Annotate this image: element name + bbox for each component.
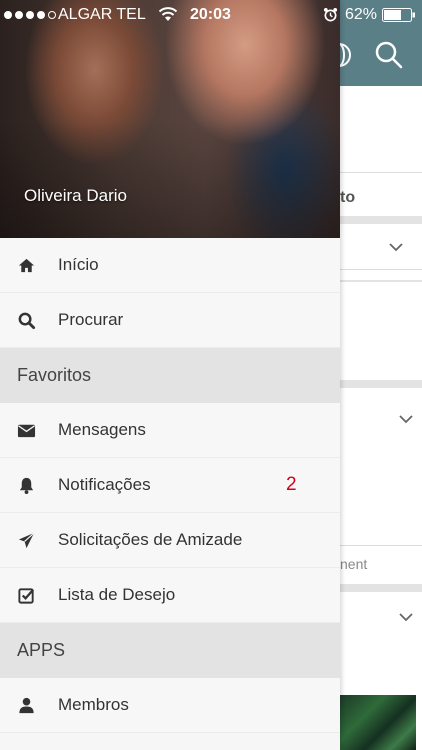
wifi-icon: [158, 7, 178, 21]
menu-item-label: Início: [58, 255, 99, 274]
alarm-clock-icon: [323, 7, 338, 22]
battery-icon: [382, 8, 415, 22]
menu-item-label: Mensagens: [58, 420, 146, 439]
menu-item-label: Notificações: [58, 475, 151, 494]
search-icon: [18, 312, 36, 329]
section-header-favorites: Favoritos: [0, 348, 340, 403]
bell-icon: [19, 477, 34, 494]
clock: 20:03: [190, 6, 231, 23]
separator: [340, 380, 422, 388]
menu-item-messages[interactable]: Mensagens: [0, 403, 340, 458]
search-icon[interactable]: [372, 38, 406, 72]
menu-item-notifications[interactable]: Notificações 2: [0, 458, 340, 513]
status-bar: ALGAR TEL 20:03 62%: [0, 0, 422, 30]
menu-item-label: Solicitações de Amizade: [58, 530, 243, 549]
divider: [340, 545, 422, 546]
profile-header[interactable]: Oliveira Dario: [0, 0, 340, 238]
menu-item-friend-requests[interactable]: Solicitações de Amizade: [0, 513, 340, 568]
menu-item-search[interactable]: Procurar: [0, 293, 340, 348]
profile-name[interactable]: Oliveira Dario: [24, 186, 127, 206]
menu-item-wishlist[interactable]: Lista de Desejo: [0, 568, 340, 623]
separator: [340, 216, 422, 224]
navigation-drawer: Oliveira Dario Início Procurar Favoritos…: [0, 0, 340, 750]
partial-action-label[interactable]: nent: [340, 556, 367, 572]
chevron-down-icon[interactable]: [398, 414, 414, 424]
separator: [340, 584, 422, 592]
carrier-name: ALGAR TEL: [58, 6, 146, 23]
drawer-menu: Início Procurar Favoritos Mensagens Noti…: [0, 238, 340, 733]
menu-item-home[interactable]: Início: [0, 238, 340, 293]
battery-percentage: 62%: [345, 6, 378, 23]
partial-tab-label[interactable]: to: [340, 189, 355, 207]
post-photo[interactable]: [340, 695, 416, 750]
envelope-icon: [17, 424, 36, 437]
menu-item-label: Lista de Desejo: [58, 585, 176, 604]
notification-count-badge: 2: [286, 474, 297, 495]
user-icon: [19, 697, 34, 713]
signal-strength-icon: [4, 11, 56, 19]
menu-item-label: Membros: [58, 695, 129, 714]
section-header-apps: APPS: [0, 623, 340, 678]
menu-item-label: Procurar: [58, 310, 124, 329]
paper-plane-icon: [18, 531, 35, 548]
divider: [340, 172, 422, 173]
checkbox-icon: [18, 587, 35, 604]
menu-item-members[interactable]: Membros: [0, 678, 340, 733]
dropdown-card[interactable]: [340, 224, 422, 270]
chevron-down-icon[interactable]: [388, 242, 404, 252]
separator: [340, 280, 422, 282]
profile-photo-shade: [0, 120, 340, 238]
chevron-down-icon[interactable]: [398, 612, 414, 622]
home-icon: [18, 258, 35, 272]
